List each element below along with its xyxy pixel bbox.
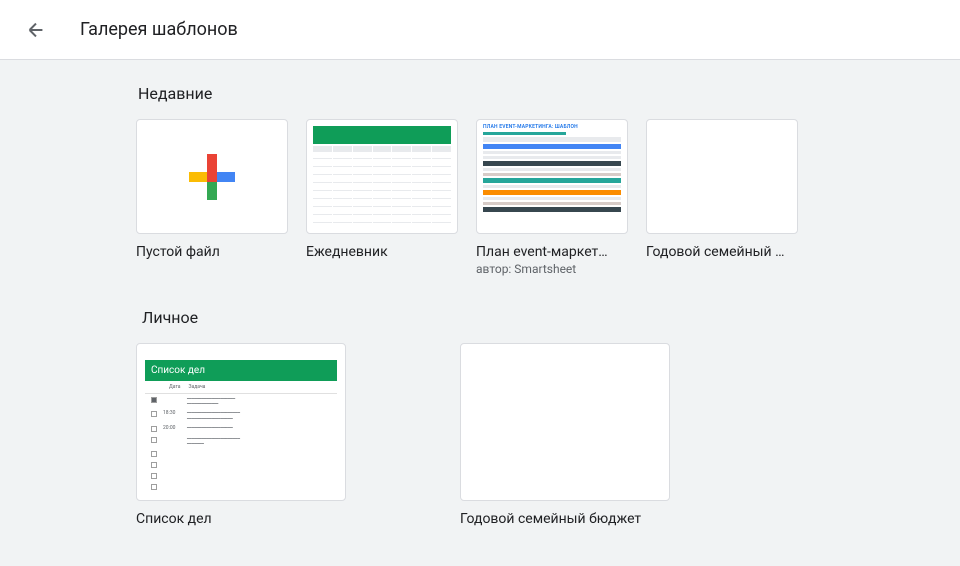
section-title-recent: Недавние	[138, 84, 824, 103]
arrow-left-icon	[25, 19, 47, 41]
template-label: План event-маркет…	[476, 244, 628, 260]
content: Недавние Пустой файл	[0, 60, 960, 566]
template-thumb	[646, 119, 798, 234]
page-title: Галерея шаблонов	[80, 19, 238, 40]
thumb-col: Дата	[169, 384, 181, 390]
template-thumb: ПЛАН EVENT-МАРКЕТИНГА: ШАБЛОН	[476, 119, 628, 234]
personal-row: Список дел Дата Задача ━━━━━━━━━━━━━━━━━…	[136, 343, 824, 566]
template-card-annual-budget[interactable]: Годовой семейный …	[646, 119, 798, 276]
template-label: Пустой файл	[136, 244, 288, 260]
template-thumb	[136, 119, 288, 234]
content-scroll[interactable]: Недавние Пустой файл	[0, 60, 960, 566]
template-label: Годовой семейный …	[646, 244, 798, 260]
template-label: Список дел	[136, 511, 346, 527]
template-card-planner[interactable]: Ежедневник	[306, 119, 458, 276]
template-sublabel: автор: Smartsheet	[476, 262, 628, 276]
section-title-personal: Личное	[142, 308, 824, 327]
template-card-blank[interactable]: Пустой файл	[136, 119, 288, 276]
template-thumb	[460, 343, 670, 501]
template-thumb	[306, 119, 458, 234]
back-button[interactable]	[24, 18, 48, 42]
google-plus-icon	[189, 154, 235, 200]
template-card-event[interactable]: ПЛАН EVENT-МАРКЕТИНГА: ШАБЛОН	[476, 119, 628, 276]
template-label: Ежедневник	[306, 244, 458, 260]
header: Галерея шаблонов	[0, 0, 960, 60]
recent-row: Пустой файл	[136, 119, 824, 276]
template-thumb: Список дел Дата Задача ━━━━━━━━━━━━━━━━━…	[136, 343, 346, 501]
thumb-text: ПЛАН EVENT-МАРКЕТИНГА: ШАБЛОН	[483, 124, 621, 130]
template-card-todo[interactable]: Список дел Дата Задача ━━━━━━━━━━━━━━━━━…	[136, 343, 346, 527]
thumb-col: Задача	[189, 384, 206, 390]
thumb-text: Список дел	[151, 365, 205, 376]
template-label: Годовой семейный бюджет	[460, 511, 670, 527]
template-card-annual-budget-2[interactable]: Годовой семейный бюджет	[460, 343, 670, 527]
